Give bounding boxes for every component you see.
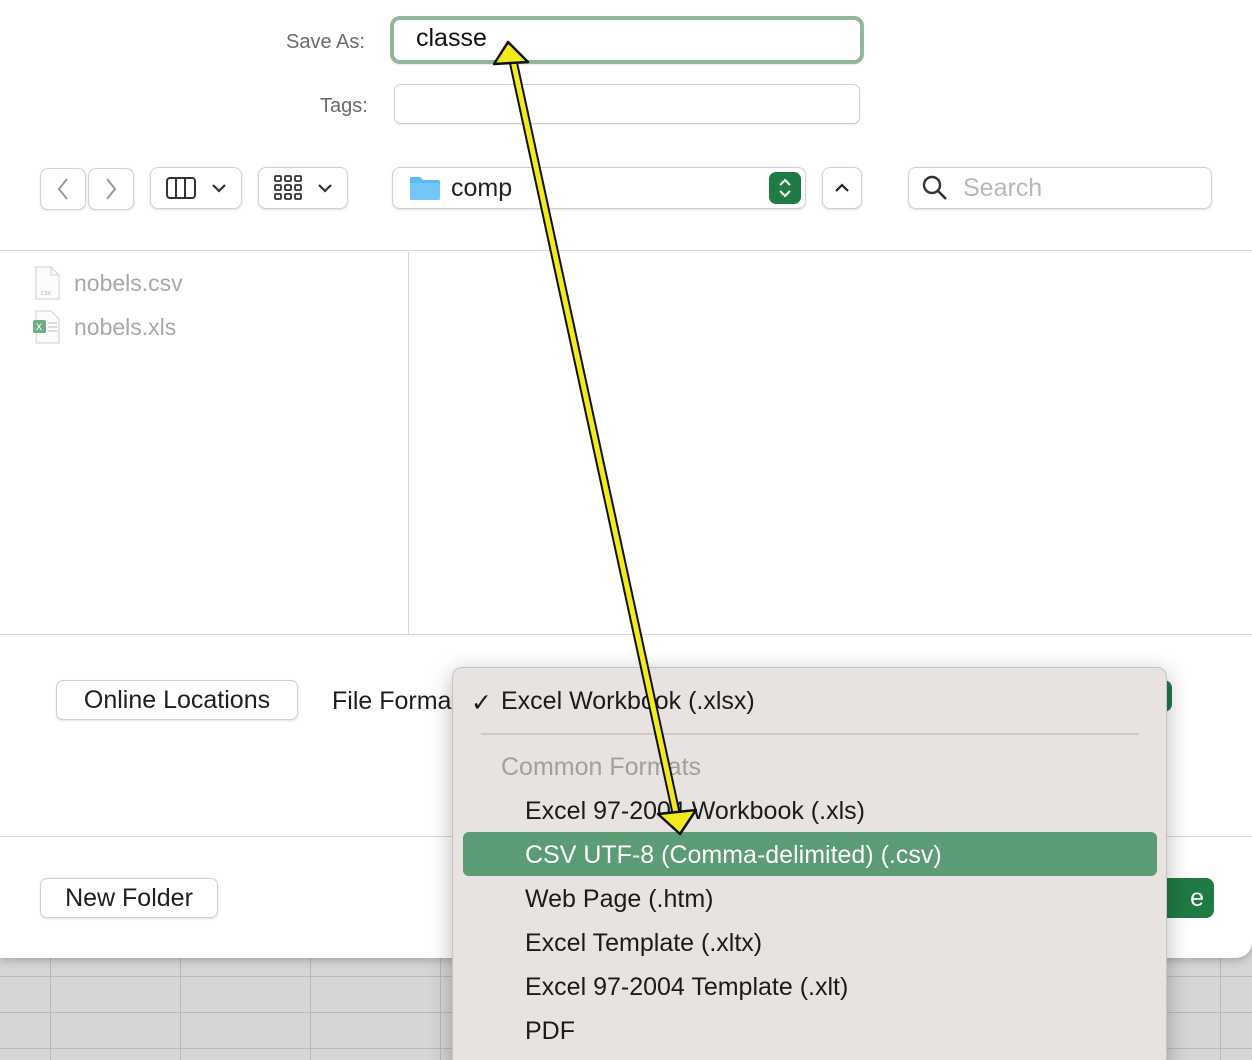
grid-view-button[interactable] (258, 167, 348, 209)
file-item-nobels-csv[interactable]: CSV nobels.csv (32, 266, 183, 300)
location-label: comp (451, 173, 513, 202)
file-item-nobels-xls[interactable]: X nobels.xls (32, 310, 176, 344)
save-as-label: Save As: (286, 31, 365, 53)
chevron-right-icon (106, 178, 117, 200)
search-placeholder: Search (963, 173, 1043, 202)
menu-item-selected[interactable]: Excel Workbook (.xlsx) (501, 687, 755, 716)
new-folder-label: New Folder (65, 883, 193, 912)
save-button-label: e (1190, 883, 1204, 912)
online-locations-label: Online Locations (83, 685, 271, 714)
file-format-label: File Format: (332, 687, 466, 715)
file-format-menu: ✓ Excel Workbook (.xlsx) Common Formats … (452, 667, 1167, 1060)
toolbar-divider (0, 250, 1252, 251)
chevron-left-icon (57, 178, 68, 200)
browser-divider (0, 634, 1252, 635)
svg-text:CSV: CSV (41, 291, 52, 297)
location-popup[interactable]: comp (392, 167, 806, 209)
menu-group-label: Common Formats (501, 753, 702, 781)
excel-file-icon: X (33, 310, 60, 344)
chevron-down-icon (318, 184, 332, 193)
tags-label: Tags: (320, 95, 368, 117)
search-field[interactable]: Search (908, 167, 1212, 209)
column-view-button[interactable] (150, 167, 242, 209)
grid-icon (274, 175, 302, 200)
updown-chevron-icon (769, 172, 801, 204)
search-icon (922, 175, 947, 200)
menu-item[interactable]: Web Page (.htm) (525, 885, 714, 914)
menu-item[interactable]: Excel 97-2004 Template (.xlt) (525, 973, 848, 1002)
chevron-up-icon (835, 183, 849, 192)
new-folder-button[interactable]: New Folder (40, 878, 218, 918)
back-button[interactable] (40, 168, 86, 210)
svg-text:X: X (36, 323, 42, 333)
menu-item[interactable]: PDF (525, 1017, 575, 1046)
menu-item[interactable]: Excel Template (.xltx) (525, 929, 762, 958)
tags-input[interactable] (394, 84, 860, 124)
chevron-down-icon (212, 184, 226, 193)
menu-separator (481, 733, 1139, 735)
menu-item-highlighted[interactable]: CSV UTF-8 (Comma-delimited) (.csv) (525, 841, 942, 870)
forward-button[interactable] (88, 168, 134, 210)
menu-item[interactable]: Excel 97-2004 Workbook (.xls) (525, 797, 865, 826)
expand-collapse-button[interactable] (822, 167, 862, 209)
csv-file-icon: CSV (35, 266, 60, 300)
file-name: nobels.csv (74, 269, 183, 296)
column-divider (408, 252, 409, 634)
save-as-input[interactable]: classe (390, 16, 864, 64)
folder-icon (410, 177, 440, 200)
checkmark-icon: ✓ (471, 689, 492, 717)
file-name: nobels.xls (74, 313, 177, 340)
columns-icon (166, 177, 196, 199)
save-as-value: classe (416, 24, 487, 52)
online-locations-button[interactable]: Online Locations (56, 680, 298, 720)
